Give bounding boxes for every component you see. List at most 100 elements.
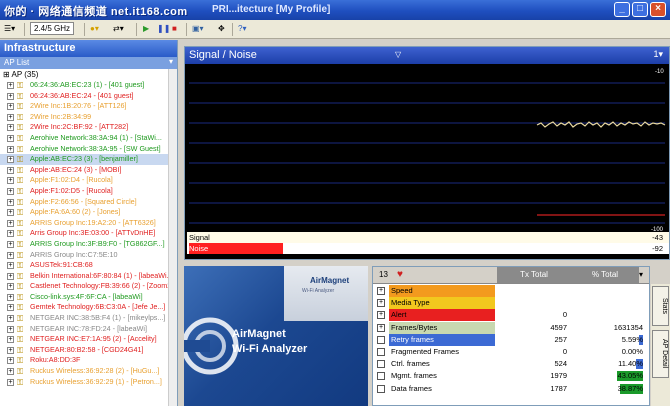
band-selector[interactable]: 2.4/5 GHz <box>30 22 75 35</box>
ap-list-item[interactable]: + ⚿ Ruckus Wireless:36:92:29 (1) - [Petron… <box>0 377 177 388</box>
ap-list-item[interactable]: + ⚿ Apple:AB:EC:23 (3) - [benjamiller] <box>0 154 177 165</box>
ap-list-item[interactable]: + ⚿ 06:24:36:AB:EC:24 - [401 guest] <box>0 91 177 102</box>
expand-icon[interactable]: + <box>7 124 14 132</box>
expand-icon[interactable]: + <box>7 272 14 280</box>
expand-icon[interactable]: + <box>7 378 14 386</box>
expand-icon[interactable]: + <box>7 315 14 323</box>
ap-list-item[interactable]: + ⚿ Apple:F2:66:56 - [Squared Circle] <box>0 197 177 208</box>
view-menu-icon[interactable]: ☰▾ <box>4 22 15 36</box>
ap-list-item[interactable]: + ⚿ Aerohive Network:38:3A:95 - [SW Guest] <box>0 144 177 155</box>
expand-icon[interactable]: + <box>7 230 14 238</box>
tab-ap-detail[interactable]: AP Detail <box>652 330 669 378</box>
expand-icon[interactable]: + <box>7 82 14 89</box>
expand-icon[interactable] <box>377 335 385 344</box>
ap-list-item[interactable]: + ⚿ ARRIS Group Inc:3F:B9:F0 - [TG862GF...… <box>0 239 177 250</box>
expand-icon[interactable]: + <box>7 262 14 270</box>
ap-list-item[interactable]: + ⚿ 2Wire Inc:1B:20:76 - [ATT126] <box>0 101 177 112</box>
expand-icon[interactable]: + <box>7 209 14 217</box>
ap-list-item[interactable]: + ⚿ Ruckus Wireless:36:92:28 (2) - [HuGu..… <box>0 366 177 377</box>
expand-icon[interactable]: + <box>7 325 14 333</box>
help-icon[interactable]: ?▾ <box>238 22 246 36</box>
ap-list-item[interactable]: + ⚿ Apple:AB:EC:24 (3) - [MOBI] <box>0 165 177 176</box>
ap-list-header[interactable]: AP List ▾ <box>0 57 177 69</box>
stats-row[interactable]: + Speed <box>373 285 649 297</box>
expand-icon[interactable]: + <box>7 134 14 142</box>
expand-icon[interactable] <box>377 384 385 393</box>
expand-icon[interactable]: + <box>377 323 385 332</box>
layout-icon[interactable]: ▣▾ <box>192 22 204 36</box>
stats-row[interactable]: Data frames 1787 38.87% <box>373 382 649 395</box>
expand-icon[interactable]: + <box>7 368 14 376</box>
percent-total-header[interactable]: % Total <box>571 267 639 283</box>
expand-icon[interactable]: + <box>377 311 385 320</box>
expand-icon[interactable]: + <box>7 92 14 100</box>
expand-icon[interactable] <box>377 372 385 381</box>
stats-row[interactable]: + Alert 0 <box>373 309 649 322</box>
ap-list-item[interactable]: + ⚿ Roku:A8:DD:3F <box>0 355 177 366</box>
ap-list-item[interactable]: + ⚿ Arris Group Inc:3E:03:00 - [ATTvDnHE] <box>0 228 177 239</box>
ap-list-item[interactable]: + ⚿ 2Wire Inc:2B:34:99 <box>0 112 177 123</box>
capture-options-icon[interactable]: ●▾ <box>90 22 99 36</box>
expand-icon[interactable]: + <box>7 219 14 227</box>
ap-list-item[interactable]: + ⚿ Belkin International:6F:80:84 (1) - [l… <box>0 271 177 282</box>
ap-list-item[interactable]: + ⚿ ASUSTek:91:CB:68 <box>0 260 177 271</box>
expand-icon[interactable]: + <box>7 357 14 365</box>
stats-row[interactable]: Fragmented Frames 0 0.00% <box>373 346 649 358</box>
noise-legend-row[interactable]: Noise -92 <box>187 243 669 254</box>
expand-icon[interactable] <box>377 360 385 369</box>
ap-root-node[interactable]: ⊞ AP (35) <box>0 69 177 80</box>
ap-list-item[interactable]: + ⚿ NETGEAR INC:38:5B:F4 (1) - [mikeylps..… <box>0 313 177 324</box>
expand-icon[interactable]: + <box>7 156 14 164</box>
close-button[interactable]: × <box>650 2 666 17</box>
expand-icon[interactable]: + <box>377 287 385 295</box>
expand-icon[interactable]: + <box>7 145 14 153</box>
ap-list-item[interactable]: + ⚿ Apple:FA:6A:60 (2) - [Jones] <box>0 207 177 218</box>
play-icon[interactable]: ▶ <box>143 22 149 36</box>
ap-list-item[interactable]: + ⚿ ARRIS Group Inc:19:A2:20 - [ATT6326] <box>0 218 177 229</box>
ap-list-item[interactable]: + ⚿ 2Wire Inc:2C:BF:92 - [ATT282] <box>0 122 177 133</box>
move-icon[interactable]: ✥ <box>218 22 225 36</box>
expand-icon[interactable]: + <box>7 251 14 259</box>
expand-icon[interactable]: + <box>7 240 14 248</box>
expand-icon[interactable]: + <box>7 346 14 354</box>
expand-icon[interactable]: + <box>7 293 14 301</box>
ap-list-item[interactable]: + ⚿ NETGEAR INC:78:FD:24 - [labeaWi] <box>0 324 177 335</box>
tab-stats[interactable]: Stats <box>652 286 669 326</box>
expand-icon[interactable]: + <box>7 304 14 312</box>
chevron-down-icon[interactable]: ▽ <box>395 50 401 59</box>
expand-icon[interactable]: + <box>7 187 14 195</box>
ap-list-item[interactable]: + ⚿ NETGEAR:80:B2:58 - [CGD24G41] <box>0 345 177 356</box>
ap-list-item[interactable]: + ⚿ Aerohive Network:38:3A:94 (1) - [StaWi… <box>0 133 177 144</box>
expand-icon[interactable]: + <box>7 177 14 185</box>
signal-legend-row[interactable]: Signal -43 <box>187 232 669 243</box>
maximize-button[interactable]: □ <box>632 2 648 17</box>
expand-icon[interactable]: + <box>7 166 14 174</box>
expand-icon[interactable]: + <box>7 283 14 291</box>
ap-list-item[interactable]: + ⚿ 06:24:36:AB:EC:23 (1) - [401 guest] <box>0 80 177 91</box>
ap-list-item[interactable]: + ⚿ Cisco-link.sys:4F:6F:CA - [labeaWi] <box>0 292 177 303</box>
ap-list-item[interactable]: + ⚿ Apple:F1:02:D4 - [Rucola] <box>0 175 177 186</box>
expand-icon[interactable]: + <box>7 198 14 206</box>
ap-list-scrollbar[interactable] <box>168 69 177 406</box>
chevron-down-icon[interactable]: ▾ <box>639 270 643 279</box>
panel-option[interactable]: 1▾ <box>653 49 663 60</box>
channel-icon[interactable]: ⇄▾ <box>113 22 124 36</box>
heart-icon[interactable]: ♥ <box>397 269 403 280</box>
expand-icon[interactable]: + <box>7 103 14 111</box>
expand-icon[interactable]: + <box>7 336 14 344</box>
stats-row[interactable]: + Frames/Bytes 4597 1631354 <box>373 321 649 334</box>
expand-icon[interactable]: + <box>7 113 14 121</box>
ap-list-item[interactable]: + ⚿ Castlenet Technology:FB:39:66 (2) - [Z… <box>0 281 177 292</box>
stats-row[interactable]: Retry frames 257 5.59% <box>373 333 649 346</box>
ap-list-item[interactable]: + ⚿ NETGEAR INC:E7:1A:95 (2) - [Accelity] <box>0 334 177 345</box>
minimize-button[interactable]: _ <box>614 2 630 17</box>
ap-list-item[interactable]: + ⚿ Apple:F1:02:D5 - [Rucola] <box>0 186 177 197</box>
stop-icon[interactable]: ■ <box>172 22 177 36</box>
ap-list-item[interactable]: + ⚿ Gemtek Technology:6B:C3:0A - [Jefe Je.… <box>0 302 177 313</box>
pause-icon[interactable]: ❚❚ <box>157 22 170 36</box>
stats-row[interactable]: + Media Type <box>373 297 649 310</box>
expand-icon[interactable]: + <box>377 299 385 308</box>
ap-list-item[interactable]: + ⚿ ARRIS Group Inc:C7:5E:10 <box>0 250 177 261</box>
tx-total-header[interactable]: Tx Total <box>497 267 571 283</box>
chevron-down-icon[interactable]: ▾ <box>169 57 173 66</box>
